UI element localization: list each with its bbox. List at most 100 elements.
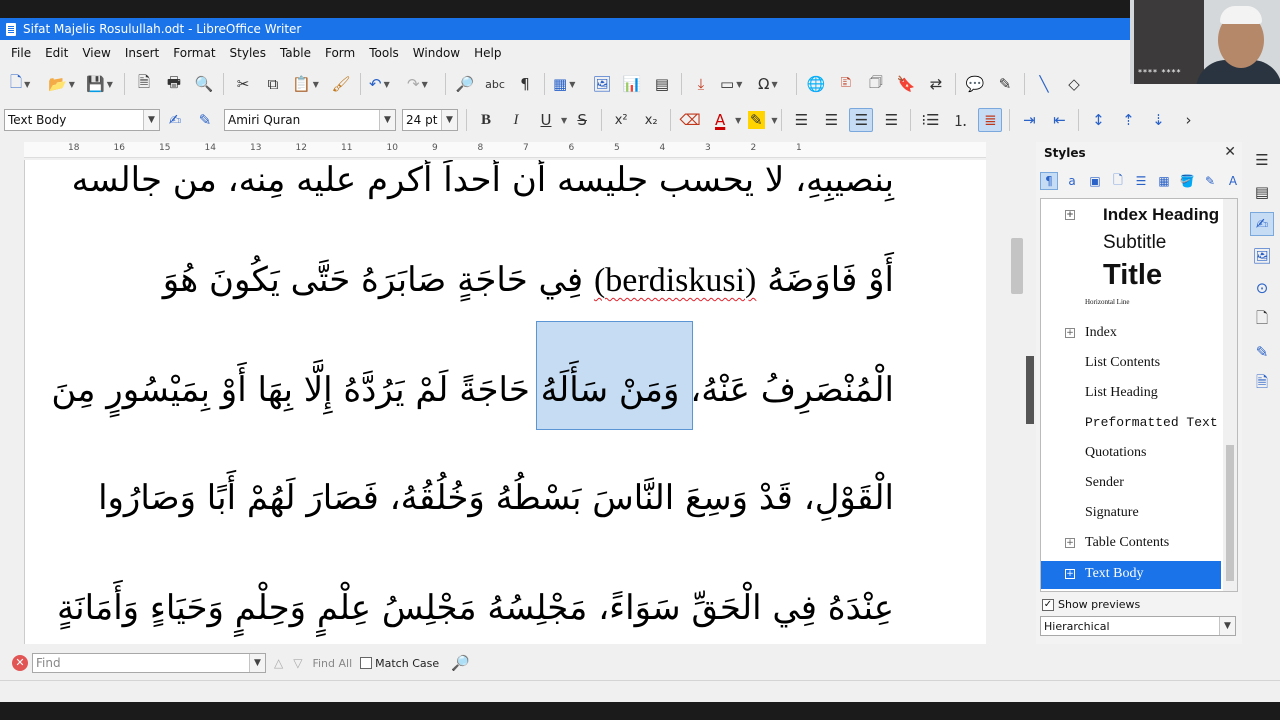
superscript-button[interactable]: x²	[609, 108, 633, 132]
styles-icon[interactable]: ✍	[1250, 212, 1274, 236]
copy-button[interactable]: ⧉	[262, 73, 284, 95]
styles-actions-icon[interactable]: A	[1224, 172, 1242, 190]
font-size-select[interactable]: 24 pt ▼	[402, 109, 458, 131]
cut-button[interactable]: ✂	[232, 73, 254, 95]
manage-changes-icon[interactable]: 🗎	[1250, 372, 1274, 396]
character-styles-icon[interactable]: a	[1063, 172, 1081, 190]
styles-filter-select[interactable]: Hierarchical ▼	[1040, 616, 1236, 636]
style-item-horizontal-line[interactable]: Horizontal Line	[1041, 297, 1221, 309]
insert-endnote-button[interactable]: 🗇	[865, 73, 887, 95]
show-previews-toggle[interactable]: ✓ Show previews	[1042, 598, 1140, 611]
toolbar-overflow-button[interactable]: ›	[1176, 108, 1200, 132]
insert-footnote-button[interactable]: 🗈	[835, 73, 857, 95]
update-style-button[interactable]: ✍	[163, 108, 187, 132]
menu-file[interactable]: File	[4, 46, 38, 60]
style-item-table-contents[interactable]: + Table Contents	[1041, 533, 1221, 555]
menu-view[interactable]: View	[75, 46, 117, 60]
insert-textbox-button[interactable]: ▤	[651, 73, 673, 95]
insert-cross-reference-button[interactable]: ⇄	[925, 73, 947, 95]
insert-table-button[interactable]: ▦ ▼	[553, 73, 583, 95]
style-item-index-heading[interactable]: + Index Heading	[1041, 203, 1221, 227]
menu-styles[interactable]: Styles	[223, 46, 273, 60]
find-all-button[interactable]: Find All	[312, 657, 352, 670]
italic-button[interactable]: I	[504, 108, 528, 132]
close-find-bar-icon[interactable]: ✕	[12, 655, 28, 671]
align-center-button[interactable]: ☰	[819, 108, 843, 132]
scrollbar-thumb[interactable]	[1011, 238, 1023, 294]
menu-help[interactable]: Help	[467, 46, 508, 60]
open-button[interactable]: 📂 ▼	[48, 73, 78, 95]
insert-field-button[interactable]: ▭ ▼	[720, 73, 750, 95]
menu-table[interactable]: Table	[273, 46, 318, 60]
chevron-down-icon[interactable]: ▼	[1219, 617, 1235, 635]
ordered-list-button[interactable]: ⒈	[948, 108, 972, 132]
checkbox-checked-icon[interactable]: ✓	[1042, 598, 1054, 611]
list-styles-icon[interactable]: ☰	[1132, 172, 1150, 190]
chevron-down-icon[interactable]: ▼	[249, 654, 265, 672]
menu-format[interactable]: Format	[166, 46, 222, 60]
style-item-list-contents[interactable]: List Contents	[1041, 353, 1221, 375]
find-previous-icon[interactable]: △	[274, 656, 283, 670]
style-item-sender[interactable]: Sender	[1041, 473, 1221, 495]
outline-format-button[interactable]: ≣	[978, 108, 1003, 132]
save-button[interactable]: 💾 ▼	[86, 73, 116, 95]
fill-format-icon[interactable]: 🪣	[1178, 172, 1196, 190]
print-button[interactable]: 🖶	[163, 73, 185, 95]
bold-button[interactable]: B	[474, 108, 498, 132]
expand-icon[interactable]: +	[1065, 328, 1075, 338]
match-case-toggle[interactable]: Match Case	[360, 657, 439, 670]
chevron-down-icon[interactable]: ▼	[143, 110, 159, 130]
find-input[interactable]: Find ▼	[32, 653, 266, 673]
font-color-button[interactable]: A	[708, 108, 732, 132]
new-style-button[interactable]: ✎	[193, 108, 217, 132]
menu-edit[interactable]: Edit	[38, 46, 75, 60]
decrease-indent-button[interactable]: ⇤	[1047, 108, 1071, 132]
frame-styles-icon[interactable]: ▣	[1086, 172, 1104, 190]
print-preview-button[interactable]: 🔍	[193, 73, 215, 95]
align-left-button[interactable]: ☰	[789, 108, 813, 132]
style-inspector-icon[interactable]: ✎	[1250, 340, 1274, 364]
spelling-button[interactable]: abc	[484, 73, 506, 95]
strikethrough-button[interactable]: S	[570, 108, 594, 132]
menu-window[interactable]: Window	[406, 46, 467, 60]
insert-bookmark-button[interactable]: 🔖	[895, 73, 917, 95]
table-styles-icon[interactable]: ▦	[1155, 172, 1173, 190]
style-item-quotations[interactable]: Quotations	[1041, 443, 1221, 465]
navigator-icon[interactable]: ⊙	[1250, 276, 1274, 300]
page-icon[interactable]: 🗋	[1250, 308, 1274, 332]
insert-special-character-button[interactable]: Ω ▼	[758, 73, 788, 95]
paragraph-spacing-decrease-button[interactable]: ⇣	[1146, 108, 1170, 132]
underline-button[interactable]: U	[534, 108, 558, 132]
insert-line-button[interactable]: ╲	[1033, 73, 1055, 95]
menu-form[interactable]: Form	[318, 46, 362, 60]
sidebar-menu-icon[interactable]: ☰	[1250, 148, 1274, 172]
paste-button[interactable]: 📋 ▼	[292, 73, 322, 95]
paragraph-styles-icon[interactable]: ¶	[1040, 172, 1058, 190]
insert-chart-button[interactable]: 📊	[621, 73, 643, 95]
expand-icon[interactable]: +	[1065, 210, 1075, 220]
style-item-preformatted-text[interactable]: Preformatted Text	[1041, 413, 1221, 435]
redo-button[interactable]: ↷ ▼	[407, 73, 437, 95]
checkbox-unchecked-icon[interactable]	[360, 657, 373, 669]
justify-button[interactable]: ☰	[879, 108, 903, 132]
align-right-button[interactable]: ☰	[849, 108, 874, 132]
find-replace-icon[interactable]: 🔎	[451, 654, 470, 672]
menu-tools[interactable]: Tools	[362, 46, 406, 60]
new-document-button[interactable]: 🗋 ▼	[10, 73, 40, 95]
style-item-text-body[interactable]: + Text Body	[1041, 561, 1221, 589]
export-pdf-button[interactable]: 🗎	[133, 73, 155, 95]
document-page[interactable]: بِنصيبِهِ، لا يحسب جليسه أن أحداً أكرم ع…	[24, 160, 986, 644]
horizontal-ruler[interactable]: 18 16 15 14 13 12 11 10 9 8 7 6 5 4 3 2 1	[24, 142, 986, 158]
insert-page-break-button[interactable]: ⤓	[690, 73, 712, 95]
page-styles-icon[interactable]: 🗋	[1109, 172, 1127, 190]
menu-insert[interactable]: Insert	[118, 46, 166, 60]
chevron-down-icon[interactable]: ▼	[771, 116, 777, 125]
styles-tree[interactable]: + Index Heading Subtitle Title Horizonta…	[1040, 198, 1238, 592]
style-item-list-heading[interactable]: List Heading	[1041, 383, 1221, 405]
paragraph-spacing-increase-button[interactable]: ⇡	[1116, 108, 1140, 132]
font-name-select[interactable]: Amiri Quran ▼	[224, 109, 396, 131]
clear-formatting-button[interactable]: ⌫	[678, 108, 702, 132]
find-next-icon[interactable]: ▽	[293, 656, 302, 670]
increase-indent-button[interactable]: ⇥	[1017, 108, 1041, 132]
scrollbar-thumb[interactable]	[1226, 445, 1234, 581]
